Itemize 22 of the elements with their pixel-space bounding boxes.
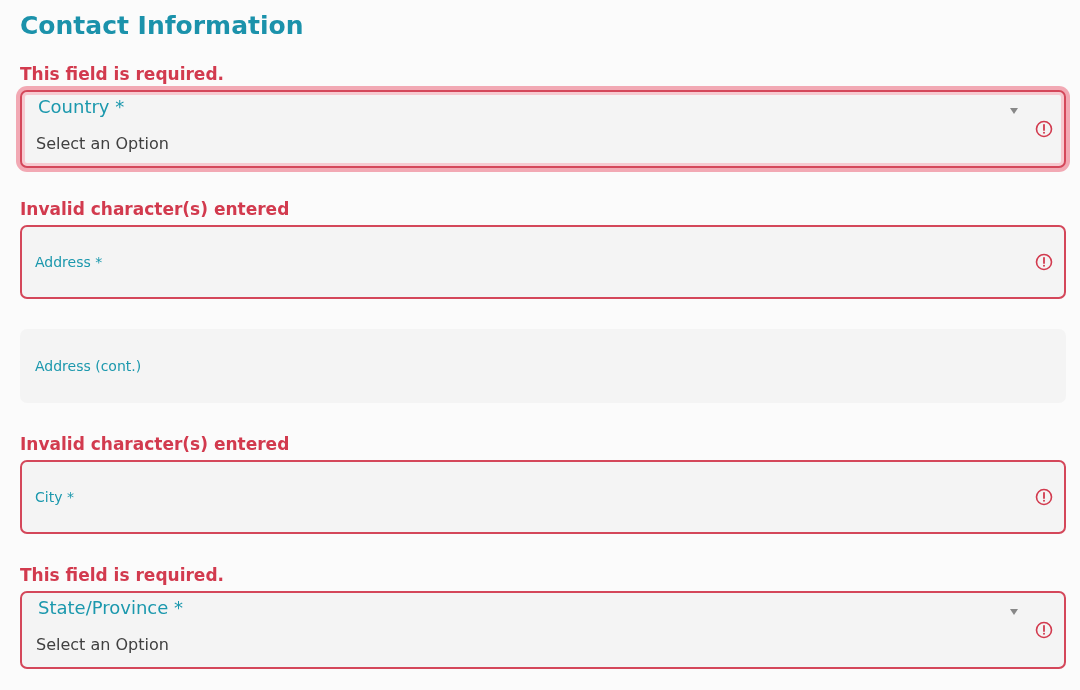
error-message: This field is required. <box>20 63 226 85</box>
input-field[interactable]: Address * <box>20 225 1066 299</box>
alert-icon <box>1035 621 1053 639</box>
input-field[interactable]: City * <box>20 460 1066 534</box>
select-value: Select an Option <box>36 634 170 656</box>
field-label: State/Province * <box>37 596 185 620</box>
caret-icon <box>1010 609 1018 615</box>
error-message: Invalid character(s) entered <box>20 433 291 455</box>
section-title: Contact Information <box>20 10 305 42</box>
alert-icon <box>1035 488 1053 506</box>
error-message: Invalid character(s) entered <box>20 198 291 220</box>
alert-icon <box>1035 120 1053 138</box>
alert-icon <box>1035 253 1053 271</box>
field-label: Country * <box>37 95 126 119</box>
field-label: City * <box>35 488 75 507</box>
select-value: Select an Option <box>36 133 170 155</box>
field-label: Address (cont.) <box>35 357 143 376</box>
input-field[interactable]: Address (cont.) <box>20 329 1066 403</box>
field-label: Address * <box>35 253 104 272</box>
select-field[interactable]: State/Province * Select an Option <box>20 591 1066 669</box>
error-message: This field is required. <box>20 564 226 586</box>
caret-icon <box>1010 108 1018 114</box>
